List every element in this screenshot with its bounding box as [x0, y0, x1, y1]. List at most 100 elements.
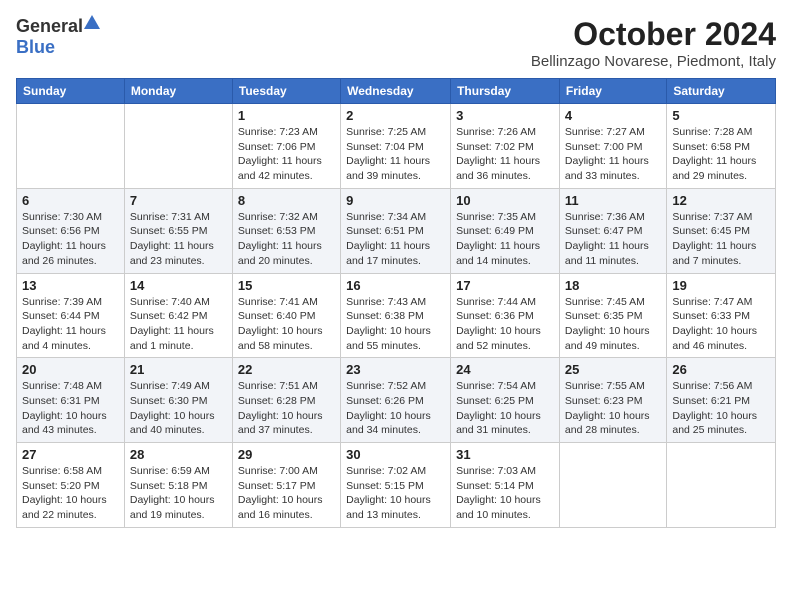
- day-info: Sunrise: 7:28 AM Sunset: 6:58 PM Dayligh…: [672, 125, 770, 184]
- calendar-cell: 4 Sunrise: 7:27 AM Sunset: 7:00 PM Daylig…: [559, 104, 666, 189]
- calendar-cell: 26 Sunrise: 7:56 AM Sunset: 6:21 PM Dayli…: [667, 358, 776, 443]
- day-number: 30: [346, 447, 445, 462]
- day-header-wednesday: Wednesday: [341, 79, 451, 104]
- day-number: 1: [238, 108, 335, 123]
- day-number: 12: [672, 193, 770, 208]
- calendar-cell: 8Sunrise: 7:32 AM Sunset: 6:53 PM Daylig…: [232, 188, 340, 273]
- day-info: Sunrise: 7:47 AM Sunset: 6:33 PM Dayligh…: [672, 295, 770, 354]
- day-info: Sunrise: 7:40 AM Sunset: 6:42 PM Dayligh…: [130, 295, 227, 354]
- day-number: 9: [346, 193, 445, 208]
- day-info: Sunrise: 7:54 AM Sunset: 6:25 PM Dayligh…: [456, 379, 554, 438]
- calendar-table: SundayMondayTuesdayWednesdayThursdayFrid…: [16, 78, 776, 528]
- calendar-cell: 3 Sunrise: 7:26 AM Sunset: 7:02 PM Daylig…: [451, 104, 560, 189]
- day-number: 13: [22, 278, 119, 293]
- calendar-cell: [124, 104, 232, 189]
- calendar-cell: 9 Sunrise: 7:34 AM Sunset: 6:51 PM Daylig…: [341, 188, 451, 273]
- calendar-cell: 19 Sunrise: 7:47 AM Sunset: 6:33 PM Dayli…: [667, 273, 776, 358]
- calendar-week-row: 1Sunrise: 7:23 AM Sunset: 7:06 PM Daylig…: [17, 104, 776, 189]
- day-number: 19: [672, 278, 770, 293]
- calendar-cell: 27 Sunrise: 6:58 AM Sunset: 5:20 PM Dayli…: [17, 443, 125, 528]
- month-title: October 2024: [531, 16, 776, 53]
- calendar-cell: 2 Sunrise: 7:25 AM Sunset: 7:04 PM Daylig…: [341, 104, 451, 189]
- day-info: Sunrise: 7:37 AM Sunset: 6:45 PM Dayligh…: [672, 210, 770, 269]
- calendar-week-row: 20 Sunrise: 7:48 AM Sunset: 6:31 PM Dayli…: [17, 358, 776, 443]
- calendar-cell: 22Sunrise: 7:51 AM Sunset: 6:28 PM Dayli…: [232, 358, 340, 443]
- day-info: Sunrise: 7:48 AM Sunset: 6:31 PM Dayligh…: [22, 379, 119, 438]
- calendar-week-row: 6 Sunrise: 7:30 AM Sunset: 6:56 PM Daylig…: [17, 188, 776, 273]
- day-info: Sunrise: 7:55 AM Sunset: 6:23 PM Dayligh…: [565, 379, 661, 438]
- day-number: 2: [346, 108, 445, 123]
- day-info: Sunrise: 7:30 AM Sunset: 6:56 PM Dayligh…: [22, 210, 119, 269]
- logo: General Blue: [16, 16, 100, 58]
- day-number: 21: [130, 362, 227, 377]
- day-number: 16: [346, 278, 445, 293]
- day-info: Sunrise: 7:41 AM Sunset: 6:40 PM Dayligh…: [238, 295, 335, 354]
- day-number: 25: [565, 362, 661, 377]
- day-info: Sunrise: 6:58 AM Sunset: 5:20 PM Dayligh…: [22, 464, 119, 523]
- day-info: Sunrise: 7:39 AM Sunset: 6:44 PM Dayligh…: [22, 295, 119, 354]
- day-number: 17: [456, 278, 554, 293]
- calendar-header-row: SundayMondayTuesdayWednesdayThursdayFrid…: [17, 79, 776, 104]
- calendar-week-row: 13 Sunrise: 7:39 AM Sunset: 6:44 PM Dayli…: [17, 273, 776, 358]
- calendar-cell: [17, 104, 125, 189]
- calendar-cell: 30 Sunrise: 7:02 AM Sunset: 5:15 PM Dayli…: [341, 443, 451, 528]
- calendar-cell: 7Sunrise: 7:31 AM Sunset: 6:55 PM Daylig…: [124, 188, 232, 273]
- calendar-cell: 20 Sunrise: 7:48 AM Sunset: 6:31 PM Dayli…: [17, 358, 125, 443]
- calendar-cell: 12 Sunrise: 7:37 AM Sunset: 6:45 PM Dayli…: [667, 188, 776, 273]
- day-header-tuesday: Tuesday: [232, 79, 340, 104]
- day-info: Sunrise: 7:26 AM Sunset: 7:02 PM Dayligh…: [456, 125, 554, 184]
- calendar-cell: 10Sunrise: 7:35 AM Sunset: 6:49 PM Dayli…: [451, 188, 560, 273]
- calendar-cell: 21Sunrise: 7:49 AM Sunset: 6:30 PM Dayli…: [124, 358, 232, 443]
- calendar-cell: 5 Sunrise: 7:28 AM Sunset: 6:58 PM Daylig…: [667, 104, 776, 189]
- logo-blue-text: Blue: [16, 37, 55, 58]
- day-number: 29: [238, 447, 335, 462]
- day-info: Sunrise: 7:02 AM Sunset: 5:15 PM Dayligh…: [346, 464, 445, 523]
- day-info: Sunrise: 7:45 AM Sunset: 6:35 PM Dayligh…: [565, 295, 661, 354]
- day-info: Sunrise: 7:34 AM Sunset: 6:51 PM Dayligh…: [346, 210, 445, 269]
- calendar-week-row: 27 Sunrise: 6:58 AM Sunset: 5:20 PM Dayli…: [17, 443, 776, 528]
- calendar-cell: 1Sunrise: 7:23 AM Sunset: 7:06 PM Daylig…: [232, 104, 340, 189]
- day-info: Sunrise: 7:27 AM Sunset: 7:00 PM Dayligh…: [565, 125, 661, 184]
- calendar-cell: 11 Sunrise: 7:36 AM Sunset: 6:47 PM Dayli…: [559, 188, 666, 273]
- day-header-sunday: Sunday: [17, 79, 125, 104]
- calendar-cell: 14 Sunrise: 7:40 AM Sunset: 6:42 PM Dayli…: [124, 273, 232, 358]
- calendar-cell: 13 Sunrise: 7:39 AM Sunset: 6:44 PM Dayli…: [17, 273, 125, 358]
- day-info: Sunrise: 7:43 AM Sunset: 6:38 PM Dayligh…: [346, 295, 445, 354]
- day-info: Sunrise: 7:56 AM Sunset: 6:21 PM Dayligh…: [672, 379, 770, 438]
- day-info: Sunrise: 7:32 AM Sunset: 6:53 PM Dayligh…: [238, 210, 335, 269]
- calendar-cell: [559, 443, 666, 528]
- logo-text: General: [16, 16, 100, 37]
- calendar-cell: 28Sunrise: 6:59 AM Sunset: 5:18 PM Dayli…: [124, 443, 232, 528]
- day-number: 27: [22, 447, 119, 462]
- day-info: Sunrise: 7:25 AM Sunset: 7:04 PM Dayligh…: [346, 125, 445, 184]
- title-area: October 2024 Bellinzago Novarese, Piedmo…: [531, 16, 776, 70]
- day-number: 3: [456, 108, 554, 123]
- calendar-cell: 23 Sunrise: 7:52 AM Sunset: 6:26 PM Dayli…: [341, 358, 451, 443]
- day-header-thursday: Thursday: [451, 79, 560, 104]
- calendar-cell: 15Sunrise: 7:41 AM Sunset: 6:40 PM Dayli…: [232, 273, 340, 358]
- calendar-cell: 18Sunrise: 7:45 AM Sunset: 6:35 PM Dayli…: [559, 273, 666, 358]
- day-info: Sunrise: 7:36 AM Sunset: 6:47 PM Dayligh…: [565, 210, 661, 269]
- header: General Blue October 2024 Bellinzago Nov…: [16, 16, 776, 70]
- day-number: 11: [565, 193, 661, 208]
- day-number: 26: [672, 362, 770, 377]
- day-header-monday: Monday: [124, 79, 232, 104]
- day-number: 23: [346, 362, 445, 377]
- day-info: Sunrise: 7:44 AM Sunset: 6:36 PM Dayligh…: [456, 295, 554, 354]
- day-info: Sunrise: 7:03 AM Sunset: 5:14 PM Dayligh…: [456, 464, 554, 523]
- day-number: 14: [130, 278, 227, 293]
- calendar-cell: 29 Sunrise: 7:00 AM Sunset: 5:17 PM Dayli…: [232, 443, 340, 528]
- day-number: 6: [22, 193, 119, 208]
- day-number: 24: [456, 362, 554, 377]
- day-info: Sunrise: 7:52 AM Sunset: 6:26 PM Dayligh…: [346, 379, 445, 438]
- calendar-cell: 24 Sunrise: 7:54 AM Sunset: 6:25 PM Dayli…: [451, 358, 560, 443]
- day-header-saturday: Saturday: [667, 79, 776, 104]
- day-number: 5: [672, 108, 770, 123]
- day-number: 20: [22, 362, 119, 377]
- day-number: 4: [565, 108, 661, 123]
- calendar-cell: [667, 443, 776, 528]
- day-info: Sunrise: 7:00 AM Sunset: 5:17 PM Dayligh…: [238, 464, 335, 523]
- day-info: Sunrise: 7:31 AM Sunset: 6:55 PM Dayligh…: [130, 210, 227, 269]
- day-info: Sunrise: 7:51 AM Sunset: 6:28 PM Dayligh…: [238, 379, 335, 438]
- day-info: Sunrise: 6:59 AM Sunset: 5:18 PM Dayligh…: [130, 464, 227, 523]
